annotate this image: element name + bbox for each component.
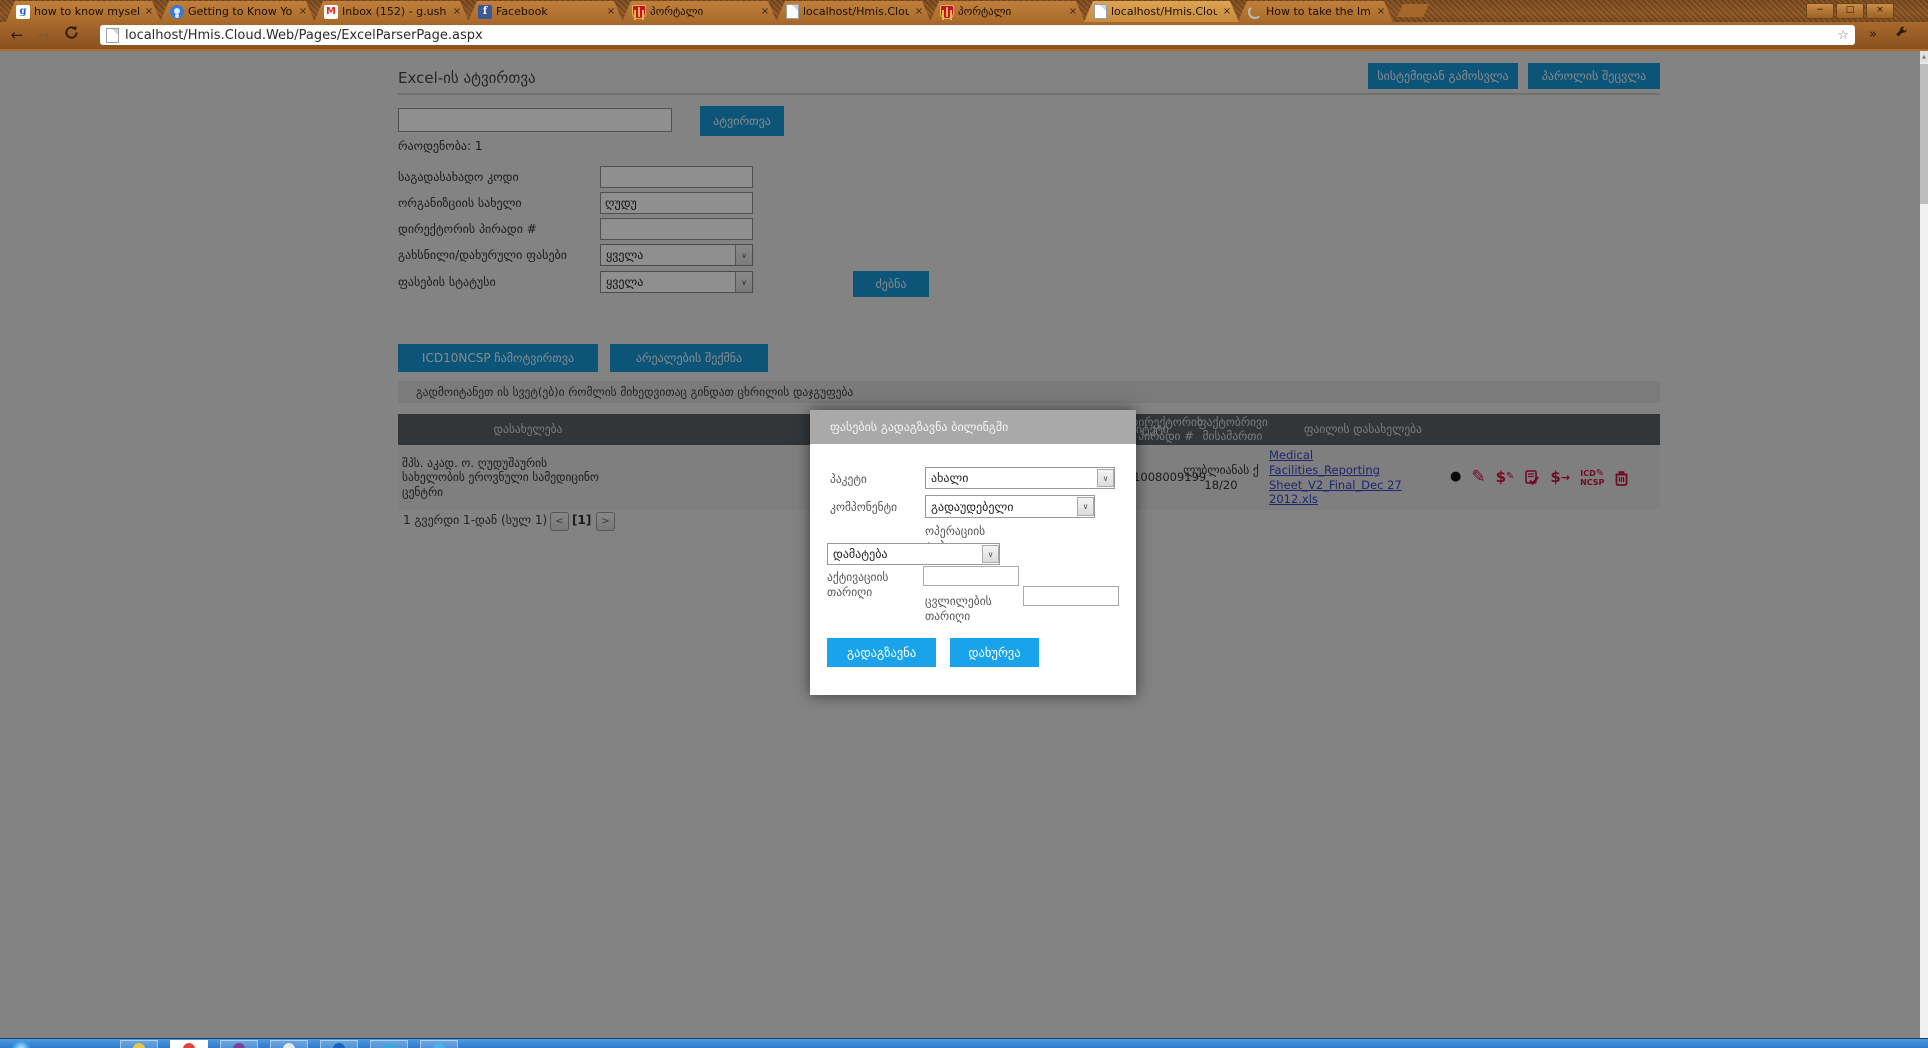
window-minimize-button[interactable]: − <box>1806 3 1834 19</box>
tab-google-search[interactable]: g how to know myself - Goo × <box>6 1 161 22</box>
taskbar-app-icon[interactable] <box>120 1040 158 1048</box>
start-orb-icon[interactable] <box>10 1041 32 1048</box>
loading-spinner-icon <box>1248 5 1262 19</box>
vertical-scrollbar[interactable]: ▲ <box>1920 51 1928 1038</box>
modal-close-button[interactable]: დახურვა <box>950 638 1039 667</box>
reload-icon[interactable] <box>60 24 82 46</box>
facebook-icon: f <box>478 5 492 19</box>
change-date-label: ცვლილების თარიღი <box>925 594 1010 624</box>
tab-close-icon[interactable]: × <box>759 6 771 18</box>
person-icon <box>170 5 184 19</box>
operation-type-select[interactable]: დამატება ∨ <box>827 543 1000 565</box>
taskbar-app-icon[interactable] <box>220 1040 258 1048</box>
tab-portal-1[interactable]: პორტალი × <box>622 1 777 22</box>
package-label: პაკეტი <box>830 472 867 487</box>
tab-close-icon[interactable]: × <box>1375 6 1387 18</box>
tab-title: პორტალი <box>650 5 755 18</box>
desktop-screenshot: g how to know myself - Goo × Getting to … <box>0 0 1928 1048</box>
back-icon[interactable]: ← <box>6 24 28 46</box>
dropdown-arrow-icon[interactable]: ∨ <box>982 545 999 563</box>
tab-title: Getting to Know Yourself, <box>188 5 293 18</box>
tab-close-icon[interactable]: × <box>297 6 309 18</box>
tab-close-icon[interactable]: × <box>913 6 925 18</box>
package-select[interactable]: ახალი ∨ <box>925 467 1115 489</box>
dropdown-arrow-icon[interactable]: ∨ <box>1077 497 1094 516</box>
modal-send-button[interactable]: გადაგზავნა <box>827 638 936 667</box>
tab-gmail-inbox[interactable]: M Inbox (152) - g.usharauli@ × <box>314 1 469 22</box>
activation-date-label: აქტივაციის თარიღი <box>827 570 917 600</box>
forward-icon[interactable]: → <box>32 24 54 46</box>
page-viewport: Excel-ის ატვირთვა სისტემიდან გამოსვლა პა… <box>0 51 1928 1038</box>
scrollbar-thumb[interactable] <box>1920 64 1928 204</box>
select-value: დამატება <box>833 547 982 561</box>
taskbar-app-icon[interactable] <box>420 1040 458 1048</box>
taskbar-app-icon[interactable] <box>370 1040 408 1048</box>
tab-getting-to-know[interactable]: Getting to Know Yourself, × <box>160 1 315 22</box>
address-bar[interactable]: localhost/Hmis.Cloud.Web/Pages/ExcelPars… <box>100 25 1855 45</box>
google-icon: g <box>16 5 30 19</box>
georgia-crest-icon <box>940 5 954 19</box>
georgia-crest-icon <box>632 5 646 19</box>
change-date-input[interactable] <box>1023 586 1119 606</box>
tab-facebook[interactable]: f Facebook × <box>468 1 623 22</box>
tab-close-icon[interactable]: × <box>451 6 463 18</box>
tab-localhost-1[interactable]: localhost/Hmis.Cloud.We × <box>776 1 931 22</box>
modal-body: პაკეტი ახალი ∨ კომპონენტი გადაუდებელი ∨ … <box>810 444 1136 695</box>
taskbar-app-icon[interactable] <box>170 1040 208 1048</box>
component-select[interactable]: გადაუდებელი ∨ <box>925 495 1095 518</box>
modal-title-bar[interactable]: ფასების გადაგზავნა ბილინგში <box>810 410 1136 444</box>
tab-title: localhost/Hmis.Cloud.We <box>1111 5 1217 18</box>
select-value: გადაუდებელი <box>931 500 1077 514</box>
gmail-icon: M <box>324 5 338 19</box>
windows-taskbar <box>0 1038 1928 1048</box>
tab-title: How to take the Image of <box>1266 5 1371 18</box>
tab-title: პორტალი <box>958 5 1063 18</box>
tab-close-icon[interactable]: × <box>143 6 155 18</box>
taskbar-app-icon[interactable] <box>270 1040 308 1048</box>
page-icon <box>106 28 119 43</box>
tab-close-icon[interactable]: × <box>605 6 617 18</box>
tab-title: Facebook <box>496 5 601 18</box>
scroll-up-icon[interactable]: ▲ <box>1920 51 1928 63</box>
tab-how-to-image[interactable]: How to take the Image of × <box>1238 1 1393 22</box>
tab-close-icon[interactable]: × <box>1221 6 1233 18</box>
extensions-overflow-icon[interactable]: » <box>1862 24 1884 46</box>
tab-title: localhost/Hmis.Cloud.We <box>803 5 909 18</box>
tab-title: Inbox (152) - g.usharauli@ <box>342 5 447 18</box>
tab-localhost-active[interactable]: localhost/Hmis.Cloud.We × <box>1084 1 1239 22</box>
tab-close-icon[interactable]: × <box>1067 6 1079 18</box>
tab-portal-2[interactable]: პორტალი × <box>930 1 1085 22</box>
window-maximize-button[interactable]: □ <box>1836 3 1864 19</box>
page-icon <box>786 4 799 19</box>
bookmark-star-icon[interactable]: ☆ <box>1837 28 1849 43</box>
select-value: ახალი <box>931 471 1097 485</box>
wrench-menu-icon[interactable] <box>1890 24 1912 46</box>
dropdown-arrow-icon[interactable]: ∨ <box>1097 469 1114 487</box>
activation-date-input[interactable] <box>923 566 1019 586</box>
page-icon <box>1094 4 1107 19</box>
url-text[interactable]: localhost/Hmis.Cloud.Web/Pages/ExcelPars… <box>125 28 1831 43</box>
window-close-button[interactable]: × <box>1866 3 1894 19</box>
component-label: კომპონენტი <box>830 500 897 515</box>
send-prices-modal: ფასების გადაგზავნა ბილინგში პაკეტი ახალი… <box>810 410 1136 695</box>
tab-title: how to know myself - Goo <box>34 5 139 18</box>
taskbar-app-icon[interactable] <box>320 1040 358 1048</box>
